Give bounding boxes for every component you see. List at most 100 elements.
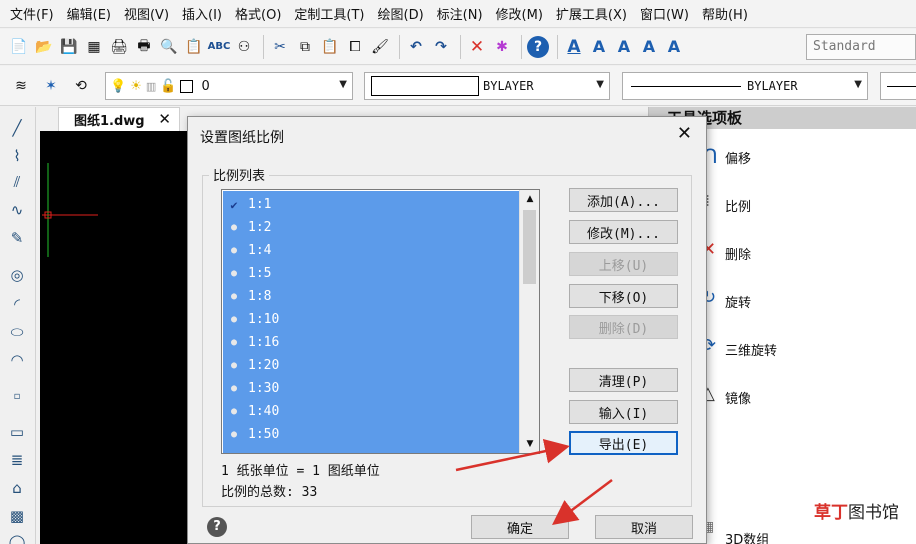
chevron-down-icon[interactable]: ▼ [596, 79, 604, 90]
menu-insert[interactable]: 插入(I) [182, 4, 222, 23]
modify-button[interactable]: 修改(M)... [569, 220, 678, 244]
scale-list-item[interactable]: ● 1:4 [223, 239, 519, 262]
menu-modify[interactable]: 修改(M) [496, 4, 543, 23]
freehand-icon[interactable]: ✎ [6, 227, 28, 249]
find-text-icon[interactable]: A [638, 36, 660, 58]
edit-text-icon[interactable]: A [613, 36, 635, 58]
cancel-button[interactable]: 取消 [595, 515, 693, 539]
polyline-icon[interactable]: ⌇ [6, 145, 28, 167]
print-icon[interactable]: 🖨 [108, 36, 130, 58]
palette-item-rotate-3d[interactable]: 三维旋转 [725, 340, 777, 359]
cut-icon[interactable]: ✂ [269, 36, 291, 58]
scale-list-item[interactable]: ● 1:16 [223, 331, 519, 354]
save-icon[interactable]: 💾 [58, 36, 80, 58]
rectangle-icon[interactable]: ▭ [6, 421, 28, 443]
scale-listbox[interactable]: ✔ 1:1 ● 1:2 ● 1:4 ● 1:5 ● 1:8 ● 1:10 ● 1:16 ● 1:20 ● 1:30… [221, 189, 540, 454]
document-tab[interactable]: 图纸1.dwg ✕ [58, 107, 180, 131]
layer-manager-icon[interactable]: ≋ [10, 75, 32, 97]
drawing-canvas[interactable] [40, 131, 200, 544]
spline-icon[interactable]: ∿ [6, 199, 28, 221]
menu-dimension[interactable]: 标注(N) [437, 4, 483, 23]
copy-icon[interactable]: ⧉ [294, 36, 316, 58]
vertical-scrollbar[interactable]: ▲ ▼ [519, 190, 539, 453]
scale-list-item[interactable]: ● 1:10 [223, 308, 519, 331]
palette-item-scale[interactable]: 比例 [725, 196, 751, 215]
chevron-down-icon[interactable]: ▼ [339, 79, 347, 90]
explode-icon[interactable]: ✱ [491, 36, 513, 58]
linetype-combo[interactable]: BYLAYER ▼ [622, 72, 868, 100]
lineweight-combo[interactable] [880, 72, 916, 100]
plot-icon[interactable]: 🖶 [133, 36, 155, 58]
paste-icon[interactable]: 📋 [319, 36, 341, 58]
open-file-icon[interactable]: 📂 [33, 36, 55, 58]
menu-view[interactable]: 视图(V) [124, 4, 169, 23]
undo-icon[interactable]: ↶ [405, 36, 427, 58]
palette-item-erase[interactable]: 删除 [725, 244, 751, 263]
menu-help[interactable]: 帮助(H) [702, 4, 748, 23]
scroll-thumb[interactable] [523, 210, 536, 284]
binoculars-icon[interactable]: ⚇ [233, 36, 255, 58]
match-properties-icon[interactable]: 🖌 [369, 36, 391, 58]
donut-icon[interactable]: ◯ [6, 531, 28, 544]
scale-list-item[interactable]: ● 1:5 [223, 262, 519, 285]
line-icon[interactable]: ╱ [6, 117, 28, 139]
scale-list-item[interactable]: ● 1:20 [223, 354, 519, 377]
scale-list-item[interactable]: ● 1:50 [223, 423, 519, 446]
purge-button[interactable]: 清理(P) [569, 368, 678, 392]
scale-list-item[interactable]: ● 1:2 [223, 216, 519, 239]
palette-item-offset[interactable]: 偏移 [725, 148, 751, 167]
palette-item-mirror[interactable]: 镜像 [725, 388, 751, 407]
palette-item-rotate[interactable]: 旋转 [725, 292, 751, 311]
print-preview-icon[interactable]: 🔍 [158, 36, 180, 58]
new-file-icon[interactable]: 📄 [8, 36, 30, 58]
text-style-combo[interactable]: Standard [806, 34, 916, 60]
paste-special-icon[interactable]: ⧠ [344, 36, 366, 58]
layer-combo[interactable]: 💡 ☀ ▥ 🔓 0 ▼ [105, 72, 353, 100]
menu-custom-tools[interactable]: 定制工具(T) [294, 4, 364, 23]
menu-file[interactable]: 文件(F) [10, 4, 54, 23]
region-icon[interactable]: ▩ [6, 505, 28, 527]
export-button[interactable]: 导出(E) [569, 431, 678, 455]
scroll-down-icon[interactable]: ▼ [520, 435, 539, 453]
move-down-button[interactable]: 下移(O) [569, 284, 678, 308]
add-button[interactable]: 添加(A)... [569, 188, 678, 212]
ellipse-icon[interactable]: ⬭ [6, 321, 28, 343]
elliptical-arc-icon[interactable]: ◠ [6, 349, 28, 371]
help-icon[interactable]: ? [527, 35, 549, 58]
text-style-icon[interactable]: A [563, 36, 585, 58]
scale-text-icon[interactable]: A [663, 36, 685, 58]
hatch-icon[interactable]: ≣ [6, 449, 28, 471]
multiline-icon[interactable]: ⫽ [6, 171, 28, 193]
menu-format[interactable]: 格式(O) [235, 4, 281, 23]
delete-button[interactable]: 删除(D) [569, 315, 678, 339]
layer-state-icon[interactable]: ✶ [40, 75, 62, 97]
scale-list-item[interactable]: ✔ 1:1 [223, 193, 519, 216]
boundary-icon[interactable]: ⌂ [6, 477, 28, 499]
chevron-down-icon[interactable]: ▼ [854, 79, 862, 90]
layer-previous-icon[interactable]: ⟲ [70, 75, 92, 97]
spellcheck-icon[interactable]: ABC [208, 36, 231, 58]
menu-window[interactable]: 窗口(W) [640, 4, 689, 23]
menu-edit[interactable]: 编辑(E) [67, 4, 111, 23]
circle-icon[interactable]: ◎ [6, 264, 28, 286]
scroll-up-icon[interactable]: ▲ [520, 190, 539, 208]
move-up-button[interactable]: 上移(U) [569, 252, 678, 276]
menu-draw[interactable]: 绘图(D) [378, 4, 424, 23]
scale-list-item[interactable]: ● 1:30 [223, 377, 519, 400]
close-tab-icon[interactable]: ✕ [158, 110, 171, 128]
point-icon[interactable]: ▫ [6, 385, 28, 407]
menu-extension-tools[interactable]: 扩展工具(X) [556, 4, 627, 23]
single-line-text-icon[interactable]: A [588, 36, 610, 58]
color-combo[interactable]: BYLAYER ▼ [364, 72, 610, 100]
erase-icon[interactable]: ✕ [466, 36, 488, 58]
close-icon[interactable]: ✕ [677, 123, 692, 144]
help-icon[interactable]: ? [207, 517, 227, 537]
redo-icon[interactable]: ↷ [430, 36, 452, 58]
import-button[interactable]: 输入(I) [569, 400, 678, 424]
scale-list-item[interactable]: ● 1:40 [223, 400, 519, 423]
save-as-icon[interactable]: ▦ [83, 36, 105, 58]
ok-button[interactable]: 确定 [471, 515, 569, 539]
arc-icon[interactable]: ◜ [6, 293, 28, 315]
publish-icon[interactable]: 📋 [183, 36, 205, 58]
palette-item-array-3d[interactable]: 3D数组 [725, 529, 769, 544]
